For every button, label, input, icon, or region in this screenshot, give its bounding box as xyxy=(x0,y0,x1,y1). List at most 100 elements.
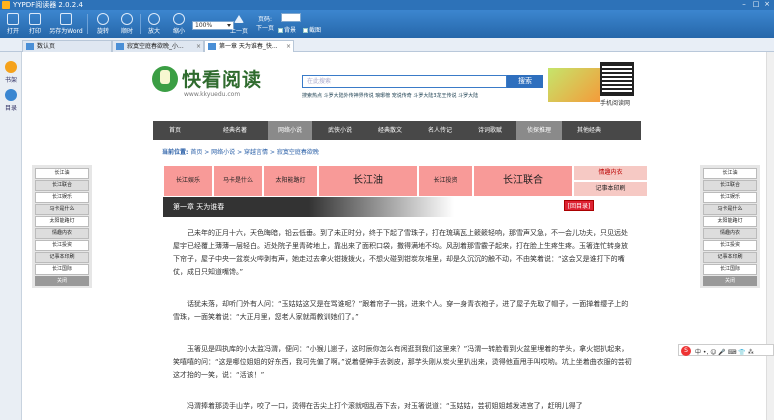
page-number-input[interactable] xyxy=(281,13,301,22)
folder-icon xyxy=(7,13,19,25)
ad-link[interactable]: 长江联合 xyxy=(473,165,573,197)
sidebar-close-button[interactable]: 关闭 xyxy=(35,276,89,286)
app-logo-icon xyxy=(2,1,10,9)
ad-link[interactable]: 记事本印刷 xyxy=(573,181,648,197)
sidebar-ad-link[interactable]: 长江联合 xyxy=(703,180,757,191)
previous-page-button[interactable]: 上一页 xyxy=(226,11,252,37)
sidebar-ad-link[interactable]: 记事本印刷 xyxy=(35,252,89,263)
tab-book[interactable]: 寂寞空庭春欲晚_小... × xyxy=(112,40,204,52)
next-page-button[interactable]: 下一页 xyxy=(252,23,278,37)
nav-item[interactable]: 侦探推理 xyxy=(516,121,562,140)
nav-item[interactable]: 经典散文 xyxy=(368,121,412,140)
sidebar-ad-link[interactable]: 马卡是什么 xyxy=(35,204,89,215)
site-header: 快看阅读 www.kkyuedu.com 在此搜索 搜索 搜索热点 斗罗大陆外传… xyxy=(152,62,672,122)
close-tab-icon[interactable]: × xyxy=(196,41,201,52)
page-icon xyxy=(116,43,124,50)
sidebar-ad-link[interactable]: 马卡是什么 xyxy=(703,204,757,215)
checkbox-icon xyxy=(303,28,308,33)
qr-caption: 手机阅读网 xyxy=(600,100,631,107)
rotate-icon xyxy=(97,13,109,25)
qr-code-icon xyxy=(600,62,634,96)
site-search-button[interactable]: 搜索 xyxy=(507,75,543,88)
left-ad-sidebar: 长江油 长江联合 长江娱乐 马卡是什么 太阳能路灯 情趣内衣 长江投资 记事本印… xyxy=(32,165,92,288)
rotate-cw-icon xyxy=(121,13,133,25)
toc-button[interactable]: 目录 xyxy=(1,86,21,112)
document-page: 快看阅读 www.kkyuedu.com 在此搜索 搜索 搜索热点 斗罗大陆外传… xyxy=(22,52,774,420)
ime-toolbar: S 中 •, ☺ 🎤 ⌨ 👕 ⁂ xyxy=(678,344,774,356)
save-as-word-button[interactable]: 另存为Word xyxy=(48,11,84,37)
word-icon xyxy=(60,13,72,25)
rotate-clockwise-button[interactable]: 顺时 xyxy=(114,11,140,37)
paragraph: 己未年的正月十六，天色晦暗，铅云低垂。到了未正时分，终于下起了雪珠子，打在琉璃瓦… xyxy=(173,229,628,276)
chapter-title: 第一章 天为谁春 xyxy=(173,203,225,211)
ad-link[interactable]: 长江娱乐 xyxy=(163,165,213,197)
sidebar-ad-link[interactable]: 长江娱乐 xyxy=(35,192,89,203)
ad-link[interactable]: 情趣内衣 xyxy=(573,165,648,181)
rotate-button[interactable]: 旋转 xyxy=(90,11,116,37)
nav-item[interactable]: 名人传记 xyxy=(418,121,462,140)
site-nav: 首页 经典名著 网络小说 武侠小说 经典散文 名人传记 诗词歌赋 侦探推理 其他… xyxy=(153,121,641,140)
page-icon xyxy=(208,43,216,50)
hot-searches[interactable]: 搜索热点 斗罗大陆外传神界传说 琅琊榜 宠说传奇 斗罗大陆3龙王传说 斗罗大陆 xyxy=(302,92,478,99)
ad-link[interactable]: 长江油 xyxy=(318,165,418,197)
sidebar-ad-link[interactable]: 情趣内衣 xyxy=(703,228,757,239)
checkbox-icon xyxy=(278,28,283,33)
zoom-in-icon xyxy=(148,13,160,25)
tab-chapter[interactable]: 第一章 天为谁春_快... × xyxy=(204,40,294,52)
sidebar-close-button[interactable]: 关闭 xyxy=(703,276,757,286)
right-ad-sidebar: 长江油 长江联合 长江娱乐 马卡是什么 太阳能路灯 情趣内衣 长江投资 记事本印… xyxy=(700,165,760,288)
close-icon[interactable]: × xyxy=(763,1,771,8)
zoom-out-icon xyxy=(173,13,185,25)
paragraph: 话犹未落，却听门外有人问：“玉姑姑这又是在骂谁呢？”跟着帘子一挑，进来个人。穿一… xyxy=(173,300,629,321)
sidebar-ad-link[interactable]: 情趣内衣 xyxy=(35,228,89,239)
sidebar-ad-link[interactable]: 记事本印刷 xyxy=(703,252,757,263)
nav-item[interactable]: 诗词歌赋 xyxy=(468,121,512,140)
left-panel: 书架 目录 xyxy=(0,52,22,420)
background-toggle[interactable]: 背景 xyxy=(278,25,296,34)
nav-item-active[interactable]: 网络小说 xyxy=(268,121,312,140)
paragraph: 玉箸见是四执库的小太监冯渭，便问：“小猴儿崽子，这时辰你怎么有闲逛到我们这里来？… xyxy=(173,345,632,379)
sidebar-ad-link[interactable]: 长江联合 xyxy=(35,180,89,191)
sidebar-ad-link[interactable]: 长江油 xyxy=(703,168,757,179)
site-logo-text: 快看阅读 xyxy=(182,69,263,91)
print-button[interactable]: 打印 xyxy=(22,11,48,37)
sidebar-ad-link[interactable]: 长江国际 xyxy=(35,264,89,275)
close-tab-icon[interactable]: × xyxy=(286,41,291,52)
site-search-input[interactable]: 在此搜索 xyxy=(302,75,507,88)
return-to-toc-button[interactable]: [回目录] xyxy=(564,200,594,211)
app-title: YYPDF阅读器 2.0.2.4 xyxy=(13,1,83,9)
sidebar-ad-link[interactable]: 长江油 xyxy=(35,168,89,179)
sidebar-ad-link[interactable]: 长江投资 xyxy=(703,240,757,251)
nav-item[interactable]: 武侠小说 xyxy=(318,121,362,140)
site-logo-icon xyxy=(152,66,178,92)
list-icon xyxy=(5,89,17,101)
arrow-up-icon xyxy=(234,15,244,23)
ad-banner[interactable] xyxy=(548,68,600,102)
bookshelf-button[interactable]: 书架 xyxy=(1,58,21,84)
ad-link[interactable]: 马卡是什么 xyxy=(213,165,263,197)
ad-link[interactable]: 长江投资 xyxy=(418,165,473,197)
breadcrumb-path[interactable]: 首页 > 网络小说 > 穿越言情 > 寂寞空庭春欲晚 xyxy=(190,149,319,156)
printer-icon xyxy=(29,13,41,25)
sidebar-ad-link[interactable]: 长江投资 xyxy=(35,240,89,251)
tab-home[interactable]: 数认页 xyxy=(22,40,112,52)
site-url: www.kkyuedu.com xyxy=(184,91,241,98)
minimize-icon[interactable]: – xyxy=(740,1,748,8)
zoom-in-button[interactable]: 放大 xyxy=(141,11,167,37)
zoom-out-button[interactable]: 缩小 xyxy=(166,11,192,37)
ad-link-grid: 长江娱乐 马卡是什么 太阳能路灯 长江油 长江投资 长江联合 情趣内衣 记事本印… xyxy=(163,165,648,197)
vertical-scrollbar[interactable] xyxy=(766,52,774,420)
screenshot-toggle[interactable]: 截图 xyxy=(303,25,321,34)
ad-link[interactable]: 太阳能路灯 xyxy=(263,165,318,197)
sidebar-ad-link[interactable]: 太阳能路灯 xyxy=(703,216,757,227)
sidebar-ad-link[interactable]: 长江国际 xyxy=(703,264,757,275)
nav-item[interactable]: 其他经典 xyxy=(566,121,612,140)
nav-item[interactable]: 经典名著 xyxy=(209,121,261,140)
maximize-icon[interactable]: □ xyxy=(752,1,760,8)
nav-item[interactable]: 首页 xyxy=(153,121,197,140)
sogou-logo-icon[interactable]: S xyxy=(681,346,691,356)
sidebar-ad-link[interactable]: 长江娱乐 xyxy=(703,192,757,203)
ime-tool-icons[interactable]: 中 •, ☺ 🎤 ⌨ 👕 ⁂ xyxy=(695,347,754,356)
toolbar: 打开 打印 另存为Word 旋转 顺时 放大 缩小 100% 上一页 下一页 页… xyxy=(0,10,774,38)
sidebar-ad-link[interactable]: 太阳能路灯 xyxy=(35,216,89,227)
